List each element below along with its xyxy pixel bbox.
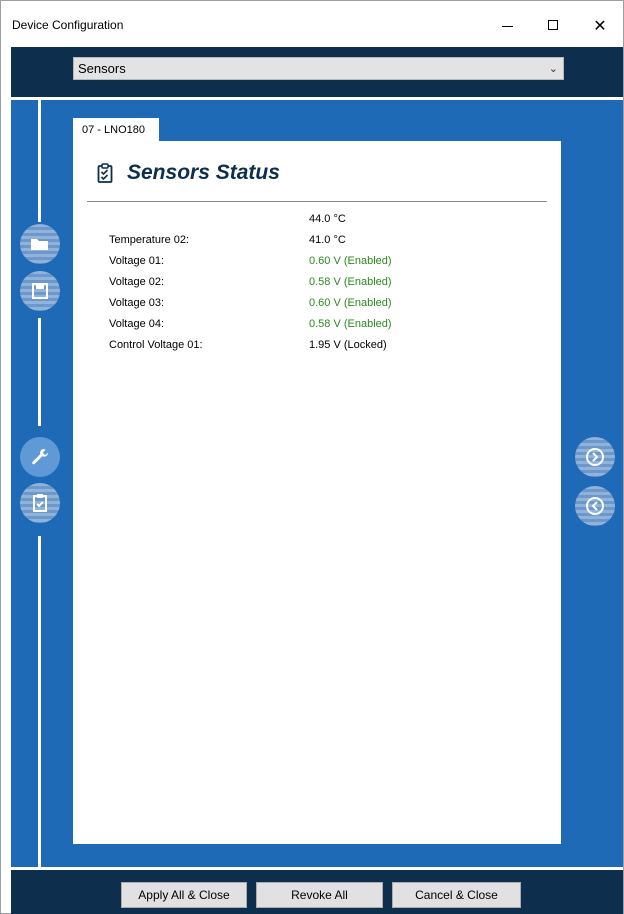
apply-all-close-button[interactable]: Apply All & Close (121, 882, 247, 908)
sensor-value: 0.60 V (Enabled) (309, 255, 392, 267)
chevron-down-icon: ⌄ (548, 63, 558, 75)
sensor-value: 44.0 °C (309, 213, 346, 225)
title-bar: Device Configuration ✕ (1, 1, 623, 47)
minimize-button[interactable] (484, 5, 530, 45)
sensor-row: Temperature 02: 41.0 °C (109, 232, 549, 253)
sensor-row: Control Voltage 01: 1.95 V (Locked) (109, 337, 549, 358)
close-button[interactable]: ✕ (577, 5, 623, 45)
clipboard-icon (33, 494, 47, 512)
previous-icon (586, 497, 604, 515)
folder-icon (31, 239, 48, 250)
sensor-row: 44.0 °C (109, 211, 549, 232)
section-select-value: Sensors (78, 61, 126, 76)
tab-device[interactable]: 07 - LNO180 (73, 118, 159, 142)
status-button[interactable] (20, 483, 60, 523)
open-file-button[interactable] (20, 224, 60, 264)
sensor-row: Voltage 04: 0.58 V (Enabled) (109, 316, 549, 337)
window-title: Device Configuration (12, 18, 124, 32)
cancel-close-button[interactable]: Cancel & Close (392, 882, 521, 908)
next-button[interactable] (575, 437, 615, 477)
panel-header: Sensors Status (97, 161, 280, 185)
device-configuration-window: Device Configuration ✕ Sensors ⌄ 07 - LN… (0, 0, 624, 914)
save-button[interactable] (20, 271, 60, 311)
sensor-label: Voltage 03: (109, 297, 165, 309)
section-select[interactable]: Sensors ⌄ (73, 57, 564, 80)
sensor-row: Voltage 01: 0.60 V (Enabled) (109, 253, 549, 274)
sensor-value: 0.58 V (Enabled) (309, 276, 392, 288)
previous-button[interactable] (575, 486, 615, 526)
divider (87, 201, 547, 202)
save-icon (32, 283, 48, 299)
minimize-icon (501, 25, 513, 27)
revoke-all-button[interactable]: Revoke All (256, 882, 383, 908)
sensor-value: 0.60 V (Enabled) (309, 297, 392, 309)
nav-rail-segment (38, 318, 41, 426)
sensor-value: 1.95 V (Locked) (309, 339, 387, 351)
maximize-button[interactable] (530, 5, 576, 45)
footer-bar: Apply All & Close Revoke All Cancel & Cl… (11, 867, 623, 914)
sensor-value: 0.58 V (Enabled) (309, 318, 392, 330)
nav-rail-segment (38, 536, 41, 867)
wrench-icon (32, 449, 49, 465)
close-icon: ✕ (593, 15, 607, 35)
sensor-value: 41.0 °C (309, 234, 346, 246)
panel-title: Sensors Status (127, 161, 280, 184)
maximize-icon (548, 20, 558, 30)
nav-rail-segment (38, 100, 41, 222)
header-bar: Sensors ⌄ (11, 47, 623, 97)
sensor-row: Voltage 03: 0.60 V (Enabled) (109, 295, 549, 316)
sensor-label: Voltage 04: (109, 318, 165, 330)
sensor-label: Temperature 02: (109, 234, 190, 246)
configuration-button[interactable] (20, 437, 60, 477)
sensor-label: Voltage 01: (109, 255, 165, 267)
clipboard-check-icon (97, 163, 113, 183)
sensor-row: Voltage 02: 0.58 V (Enabled) (109, 274, 549, 295)
sensor-label: Voltage 02: (109, 276, 165, 288)
sensors-status-panel: Sensors Status 44.0 °C Temperature 02: 4… (73, 141, 561, 844)
next-icon (586, 448, 604, 466)
sensor-list: 44.0 °C Temperature 02: 41.0 °C Voltage … (109, 211, 549, 358)
sensor-label: Control Voltage 01: (109, 339, 203, 351)
